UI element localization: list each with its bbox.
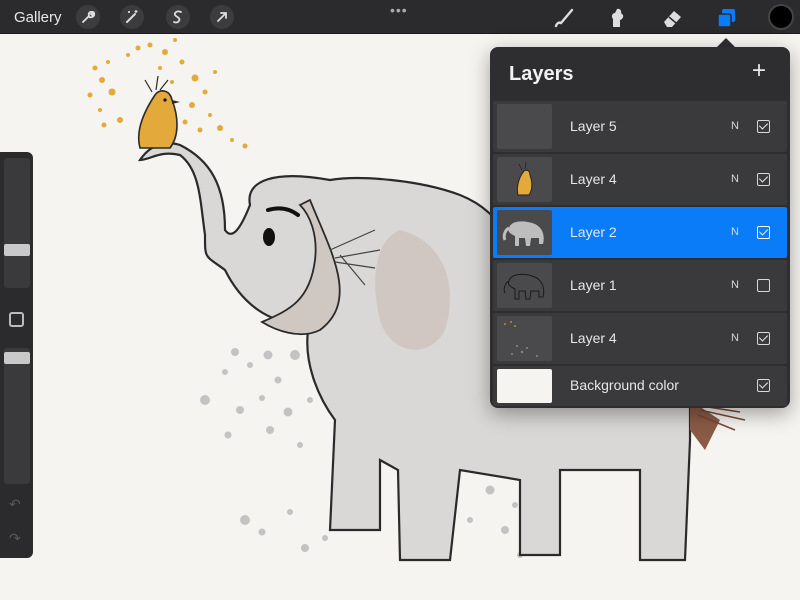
top-toolbar: Gallery ••• — [0, 0, 800, 34]
layer-name: Layer 5 — [570, 118, 617, 134]
layer-row[interactable]: Layer 5 N — [493, 101, 787, 152]
background-color-swatch[interactable] — [497, 369, 552, 403]
add-layer-button[interactable]: + — [752, 59, 766, 83]
redo-arrow-icon[interactable]: ↷ — [9, 530, 21, 547]
gallery-button[interactable]: Gallery — [14, 9, 62, 26]
blend-mode-button[interactable]: N — [731, 173, 739, 185]
wrench-icon[interactable] — [76, 5, 100, 29]
brush-icon[interactable] — [551, 5, 577, 31]
layer-name: Layer 2 — [570, 224, 617, 240]
undo-arrow-icon[interactable]: ↶ — [9, 496, 21, 513]
visibility-checkbox[interactable] — [757, 379, 770, 392]
layer-row-selected[interactable]: Layer 2 N — [493, 207, 787, 258]
layer-row[interactable]: Layer 1 N — [493, 260, 787, 311]
blend-mode-button[interactable]: N — [731, 332, 739, 344]
bird-drawing — [137, 75, 180, 149]
blend-mode-button[interactable]: N — [731, 279, 739, 291]
selection-icon[interactable] — [166, 5, 190, 29]
layer-name: Layer 4 — [570, 171, 617, 187]
procreate-app: Gallery ••• ↶ ↷ Layers + Layer 5 N Layer… — [0, 0, 800, 600]
opacity-thumb[interactable] — [4, 352, 30, 364]
layer-name: Layer 4 — [570, 330, 617, 346]
brush-size-thumb[interactable] — [4, 244, 30, 256]
layers-title: Layers — [509, 63, 574, 85]
brush-size-slider[interactable] — [4, 158, 30, 288]
smudge-icon[interactable] — [604, 5, 630, 31]
visibility-checkbox[interactable] — [757, 226, 770, 239]
layer-name: Background color — [570, 377, 679, 393]
layer-thumbnail — [497, 263, 552, 308]
visibility-checkbox[interactable] — [757, 173, 770, 186]
transform-arrow-icon[interactable] — [210, 5, 234, 29]
layer-thumbnail — [497, 210, 552, 255]
left-sidebar: ↶ ↷ — [0, 152, 33, 558]
visibility-checkbox[interactable] — [757, 120, 770, 133]
layers-icon[interactable] — [714, 5, 740, 31]
background-color-row[interactable]: Background color — [493, 366, 787, 406]
blend-mode-button[interactable]: N — [731, 226, 739, 238]
more-options-handle[interactable]: ••• — [390, 2, 408, 18]
layers-panel: Layers + Layer 5 N Layer 4 N Layer 2 N L… — [490, 47, 790, 408]
layer-thumbnail — [497, 316, 552, 361]
layer-row[interactable]: Layer 4 N — [493, 313, 787, 364]
layer-name: Layer 1 — [570, 277, 617, 293]
eraser-icon[interactable] — [660, 5, 686, 31]
color-picker-swatch[interactable] — [768, 4, 794, 30]
visibility-checkbox[interactable] — [757, 279, 770, 292]
layer-thumbnail — [497, 157, 552, 202]
blend-mode-button[interactable]: N — [731, 120, 739, 132]
visibility-checkbox[interactable] — [757, 332, 770, 345]
layer-row[interactable]: Layer 4 N — [493, 154, 787, 205]
modify-button[interactable] — [9, 312, 24, 327]
layer-thumbnail — [497, 104, 552, 149]
magic-wand-icon[interactable] — [120, 5, 144, 29]
opacity-slider[interactable] — [4, 348, 30, 484]
